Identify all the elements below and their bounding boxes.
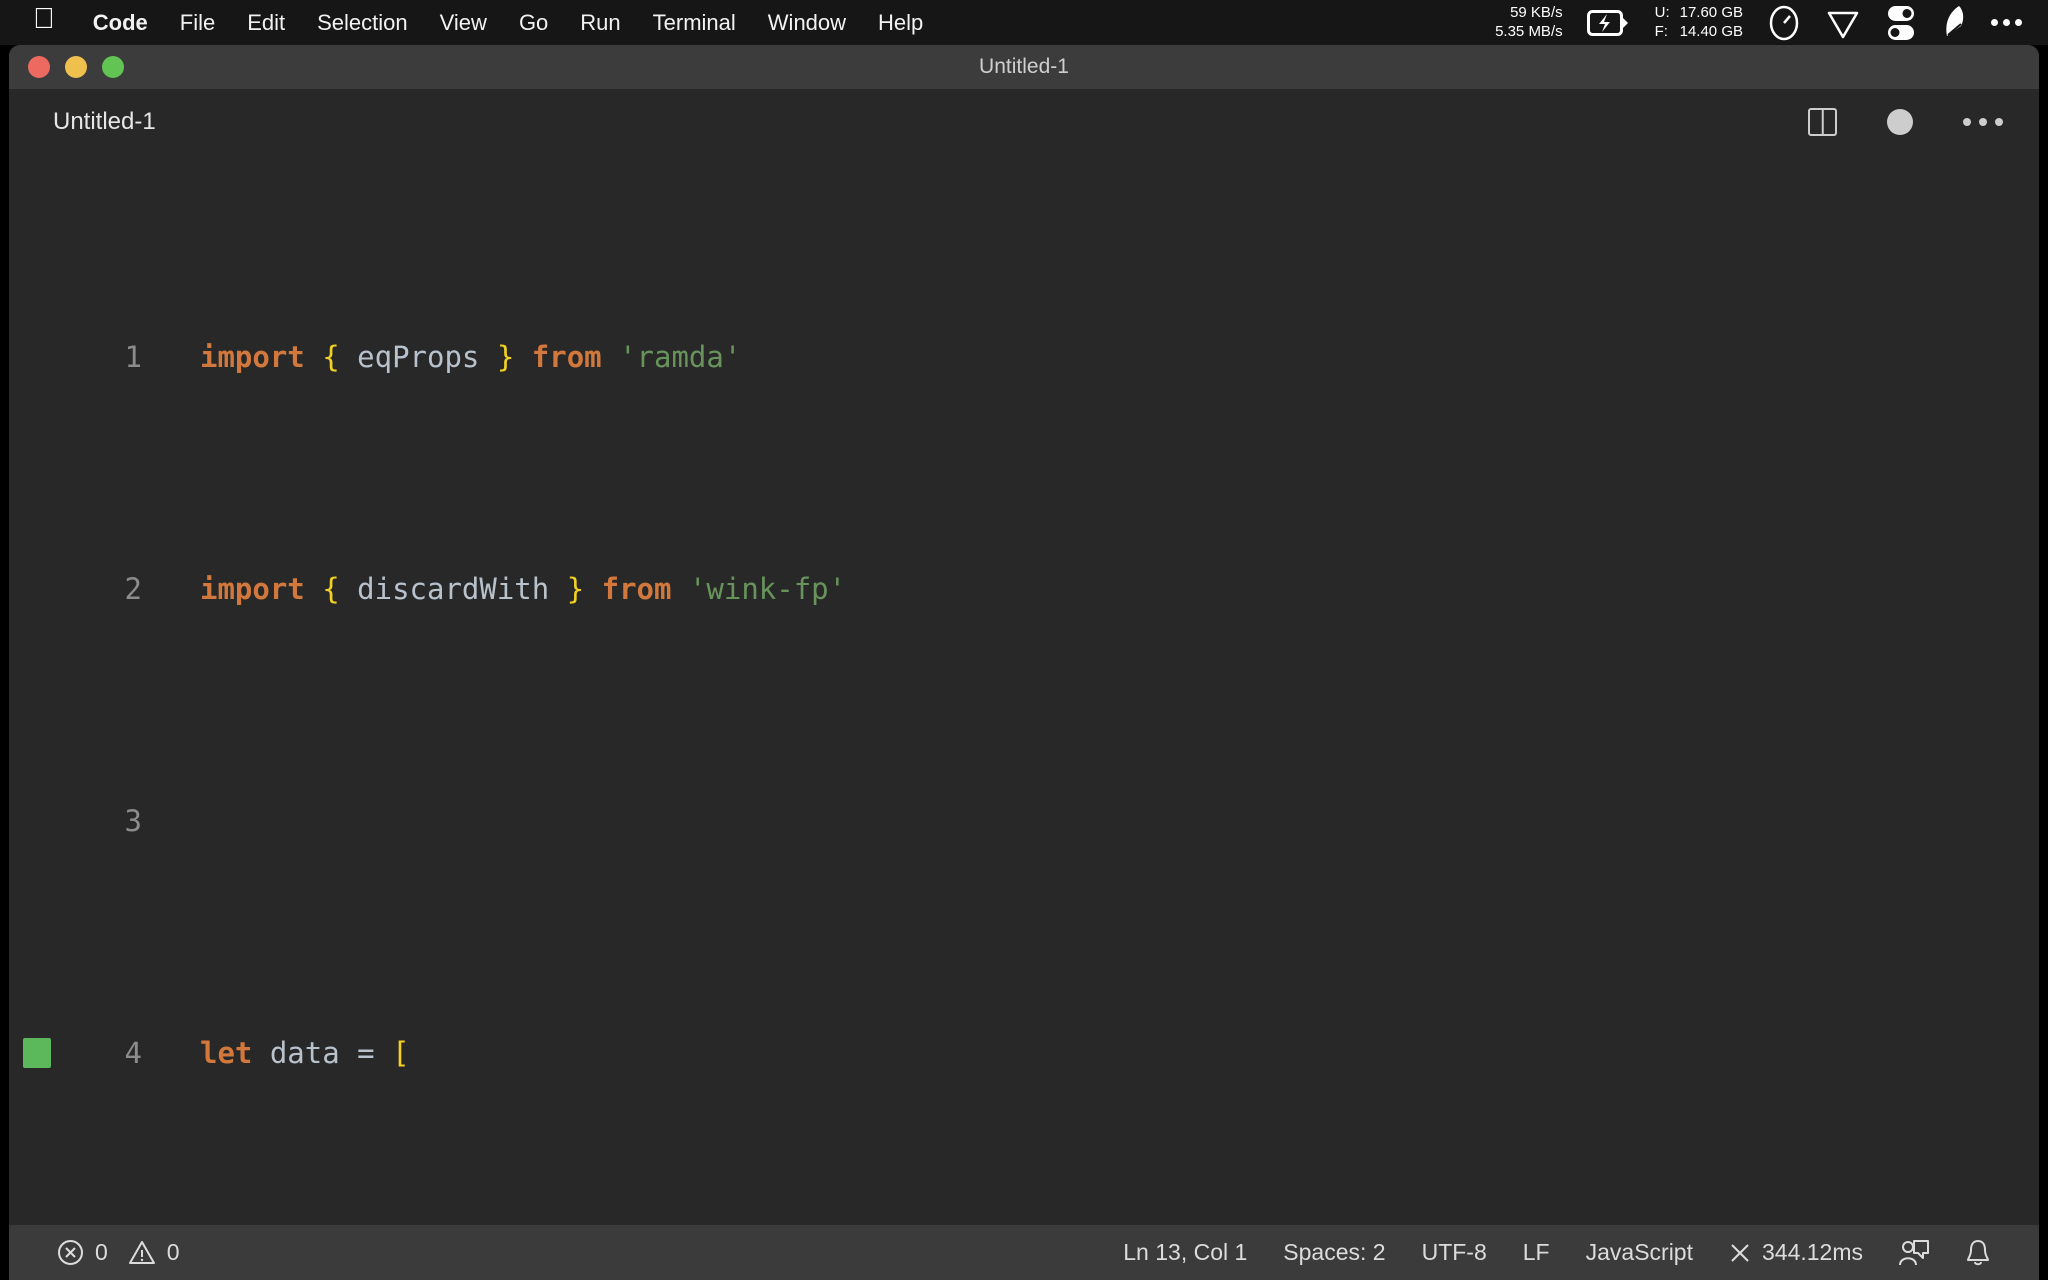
more-dot-1 [1963,117,1971,126]
token-operator: = [357,1036,393,1070]
unsaved-dot-icon[interactable] [1887,108,1913,135]
editor-actions [1808,107,2039,136]
token-keyword: import [200,340,305,374]
line-code[interactable]: let data = [ [142,1024,2039,1082]
apple-logo-icon[interactable]:  [33,5,55,34]
token-bracket: } [566,572,585,606]
line-number: 3 [124,804,142,838]
battery-charging-icon[interactable] [1586,9,1631,36]
ellipsis-dot-3 [2015,19,2022,26]
network-upload-speed: 59 KB/s [1510,3,1563,21]
zoom-button[interactable] [102,56,124,78]
memory-free-value: 14.40 GB [1679,22,1743,40]
token-identifier: data [252,1036,358,1070]
menu-item-terminal[interactable]: Terminal [637,10,752,36]
vscode-window: Untitled-1 Untitled-1 1 import { eqProps… [9,45,2039,1280]
status-notifications[interactable] [1947,1225,2009,1280]
macos-menu-bar:  Code File Edit Selection View Go Run T… [0,0,2048,45]
token-string: 'ramda' [619,340,742,374]
token-keyword: from [531,340,602,374]
code-line-1: 1 import { eqProps } from 'ramda' [9,328,2039,386]
shield-icon[interactable] [1825,5,1861,41]
token-identifier: discardWith [339,572,567,606]
status-indentation[interactable]: Spaces: 2 [1265,1225,1403,1280]
network-speed-indicator[interactable]: 59 KB/s 5.35 MB/s [1495,4,1563,42]
code-line-3: 3 [9,792,2039,850]
token-keyword: import [200,572,305,606]
token-keyword: let [200,1036,253,1070]
line-code[interactable]: import { eqProps } from 'ramda' [142,328,2039,386]
code-editor[interactable]: 1 import { eqProps } from 'ramda' 2 impo… [9,154,2039,1225]
line-number: 1 [124,340,142,374]
gutter-modified-marker [23,1038,51,1068]
toggles-icon[interactable] [1885,4,1917,42]
menu-item-edit[interactable]: Edit [231,10,301,36]
gauge-icon[interactable] [1767,4,1801,42]
menu-item-selection[interactable]: Selection [301,10,424,36]
warning-count: 0 [166,1239,180,1265]
token-bracket: { [322,340,340,374]
status-problems[interactable]: 0 0 [39,1225,198,1280]
more-dot-2 [1979,117,1987,126]
feedback-person-icon [1899,1239,1929,1267]
line-number: 2 [124,572,142,606]
minimize-button[interactable] [65,56,87,78]
token-string: 'wink-fp' [688,572,847,606]
memory-used-value: 17.60 GB [1679,3,1743,21]
menu-item-help[interactable]: Help [862,10,939,36]
memory-used-label: U: [1654,3,1670,21]
menu-bar-status-items: 59 KB/s 5.35 MB/s U: 17.60 GB F: 14.40 G… [1495,4,2048,42]
menu-item-window[interactable]: Window [752,10,862,36]
status-bar-right: Ln 13, Col 1 Spaces: 2 UTF-8 LF JavaScri… [1105,1225,2039,1280]
bell-icon [1965,1239,1991,1267]
status-eol[interactable]: LF [1505,1225,1568,1280]
status-language-mode[interactable]: JavaScript [1568,1225,1711,1280]
menu-item-view[interactable]: View [424,10,503,36]
network-download-speed: 5.35 MB/s [1495,22,1563,40]
window-title-bar: Untitled-1 [9,45,2039,89]
tab-label: Untitled-1 [53,107,156,135]
control-center-ellipsis-icon[interactable] [1991,19,2022,26]
more-actions-icon[interactable] [1963,117,2003,126]
code-content[interactable]: 1 import { eqProps } from 'ramda' 2 impo… [9,154,2039,1225]
status-bar-left: 0 0 [9,1225,198,1280]
split-editor-icon[interactable] [1808,107,1837,136]
menu-item-run[interactable]: Run [564,10,636,36]
ellipsis-dot-1 [1991,19,1998,26]
feather-icon[interactable] [1941,4,1967,42]
status-feedback[interactable] [1881,1225,1947,1280]
close-button[interactable] [28,56,50,78]
close-x-icon [1729,1242,1751,1264]
status-encoding[interactable]: UTF-8 [1404,1225,1505,1280]
token-bracket: { [322,572,340,606]
error-circle-icon [57,1239,84,1266]
status-cursor-position[interactable]: Ln 13, Col 1 [1105,1225,1265,1280]
code-line-4: 4 let data = [ [9,1024,2039,1082]
quokka-time-value: 344.12ms [1761,1239,1863,1265]
window-title: Untitled-1 [979,55,1069,78]
menu-item-go[interactable]: Go [503,10,564,36]
ellipsis-dot-2 [2003,19,2010,26]
error-count: 0 [95,1239,108,1265]
editor-tab-bar: Untitled-1 [9,89,2039,154]
status-bar: 0 0 Ln 13, Col 1 Spaces: 2 UTF-8 LF Java… [9,1225,2039,1280]
token-bracket: } [496,340,515,374]
token-bracket: [ [392,1036,410,1070]
window-traffic-lights [28,56,124,78]
memory-usage-indicator[interactable]: U: 17.60 GB F: 14.40 GB [1655,4,1743,42]
memory-free-label: F: [1654,22,1668,40]
line-code[interactable]: import { discardWith } from 'wink-fp' [142,560,2039,618]
warning-triangle-icon [128,1240,156,1265]
token-identifier: eqProps [339,340,497,374]
code-line-2: 2 import { discardWith } from 'wink-fp' [9,560,2039,618]
token-keyword: from [601,572,672,606]
more-dot-3 [1995,117,2003,126]
menu-item-code[interactable]: Code [77,10,164,36]
tab-untitled-1[interactable]: Untitled-1 [9,89,186,154]
menu-item-file[interactable]: File [164,10,231,36]
status-quokka-timing[interactable]: 344.12ms [1711,1225,1881,1280]
